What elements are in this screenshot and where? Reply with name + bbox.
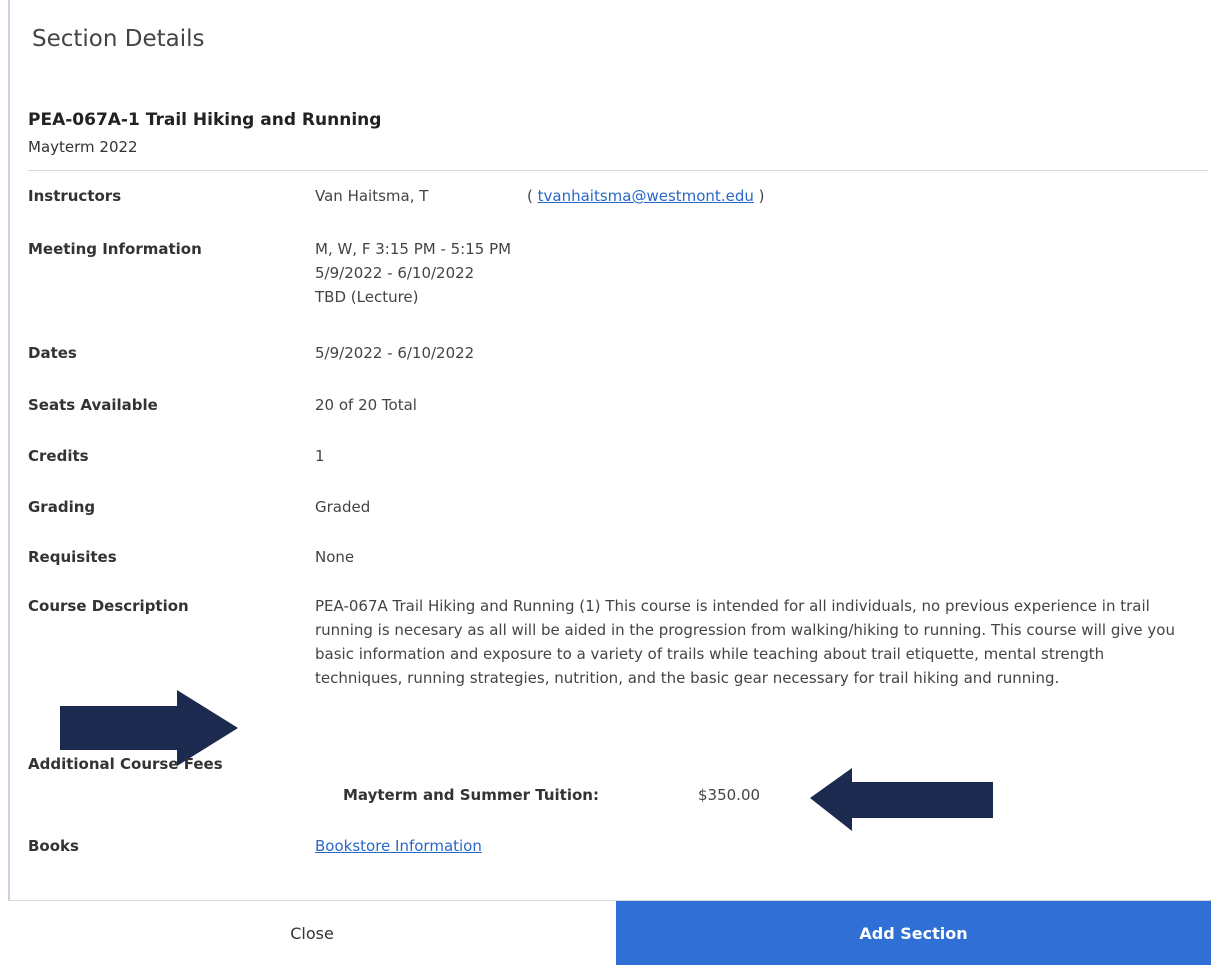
meeting-days-time: M, W, F 3:15 PM - 5:15 PM — [315, 240, 512, 258]
fee-amount: $350.00 — [698, 786, 761, 804]
dialog-left-border — [8, 0, 10, 900]
fee-name: Mayterm and Summer Tuition: — [343, 786, 599, 804]
email-paren-close: ) — [753, 187, 765, 205]
instructor-email-group: ( tvanhaitsma@westmont.edu ) — [527, 184, 764, 208]
add-section-button[interactable]: Add Section — [616, 901, 1211, 965]
email-paren-open: ( — [527, 187, 538, 205]
instructor-name: Van Haitsma, T — [315, 187, 429, 205]
meeting-info-value: M, W, F 3:15 PM - 5:15 PM 5/9/2022 - 6/1… — [315, 237, 511, 309]
dialog-title: Section Details — [32, 26, 205, 52]
fees-label: Additional Course Fees — [28, 755, 223, 773]
meeting-dates: 5/9/2022 - 6/10/2022 — [315, 264, 475, 282]
meeting-info-label: Meeting Information — [28, 240, 202, 258]
grading-label: Grading — [28, 498, 96, 516]
books-value: Bookstore Information — [315, 834, 482, 858]
header-divider — [28, 170, 1208, 171]
books-label: Books — [28, 837, 79, 855]
instructor-email-link[interactable]: tvanhaitsma@westmont.edu — [538, 187, 754, 205]
section-title: PEA-067A-1 Trail Hiking and Running — [28, 110, 382, 130]
left-arrow-icon — [810, 768, 993, 831]
meeting-location: TBD (Lecture) — [315, 288, 419, 306]
bookstore-information-link[interactable]: Bookstore Information — [315, 837, 482, 855]
description-label: Course Description — [28, 597, 189, 615]
seats-label: Seats Available — [28, 396, 158, 414]
dates-value: 5/9/2022 - 6/10/2022 — [315, 344, 475, 362]
credits-value: 1 — [315, 447, 325, 465]
close-button[interactable]: Close — [8, 901, 616, 965]
instructors-label: Instructors — [28, 187, 122, 205]
section-term: Mayterm 2022 — [28, 138, 138, 156]
seats-value: 20 of 20 Total — [315, 396, 417, 414]
requisites-value: None — [315, 548, 355, 566]
requisites-label: Requisites — [28, 548, 117, 566]
grading-value: Graded — [315, 498, 371, 516]
dates-label: Dates — [28, 344, 77, 362]
credits-label: Credits — [28, 447, 89, 465]
description-value: PEA-067A Trail Hiking and Running (1) Th… — [315, 597, 1175, 687]
